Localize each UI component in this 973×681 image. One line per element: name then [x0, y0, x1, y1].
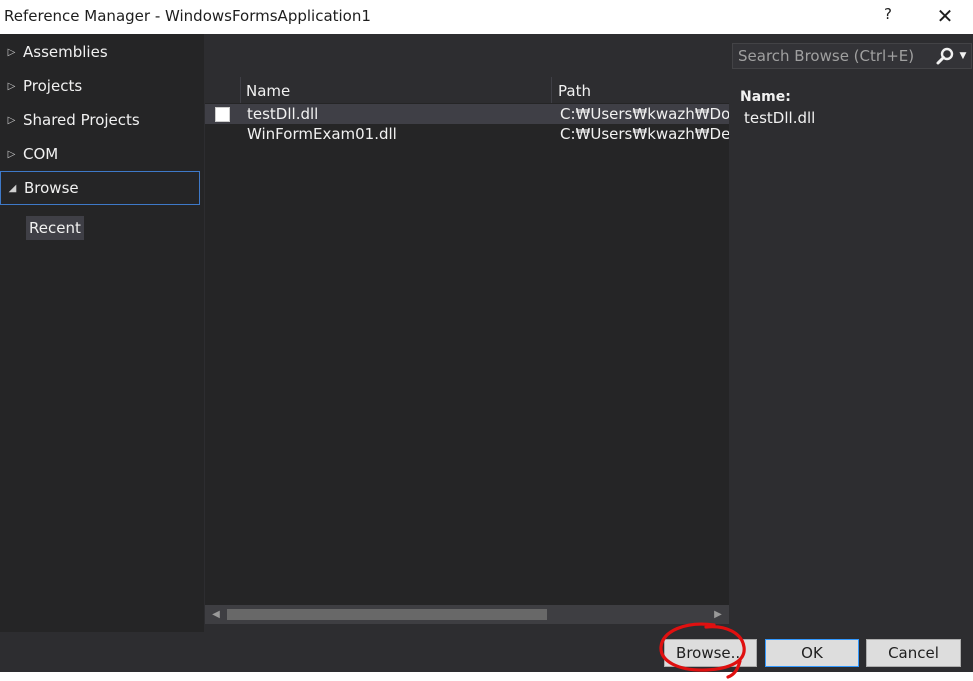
list-header: Name Path: [205, 77, 729, 103]
nav-item-label: Browse: [24, 179, 79, 197]
row-name: testDll.dll: [247, 105, 319, 123]
search-input[interactable]: [733, 44, 931, 68]
nav-item-shared-projects[interactable]: ▷ Shared Projects: [0, 103, 200, 137]
help-button[interactable]: ?: [878, 5, 898, 27]
column-header-path[interactable]: Path: [552, 77, 729, 103]
details-name-value: testDll.dll: [744, 109, 816, 127]
scroll-thumb[interactable]: [227, 609, 547, 620]
expand-arrow-icon: ▷: [7, 80, 16, 92]
row-path: C:₩Users₩kwazh₩Deskto: [560, 125, 729, 143]
reference-manager-dialog: ▷ Assemblies ▷ Projects ▷ Shared Project…: [0, 34, 973, 672]
nav-item-label: Shared Projects: [23, 111, 140, 129]
include-checkbox[interactable]: [215, 107, 230, 122]
list-row[interactable]: WinFormExam01.dll C:₩Users₩kwazh₩Deskto: [205, 124, 729, 144]
column-header-check: [205, 77, 241, 103]
collapse-arrow-icon: ◢: [8, 182, 17, 194]
scroll-right-icon[interactable]: ▶: [709, 605, 727, 624]
category-nav: ▷ Assemblies ▷ Projects ▷ Shared Project…: [0, 34, 204, 632]
column-header-name[interactable]: Name: [241, 77, 552, 103]
row-name: WinFormExam01.dll: [247, 125, 397, 143]
list-row[interactable]: testDll.dll C:₩Users₩kwazh₩Docum: [205, 104, 729, 124]
nav-item-assemblies[interactable]: ▷ Assemblies: [0, 35, 200, 69]
chevron-down-icon[interactable]: ▼: [956, 46, 970, 66]
nav-subitem-recent[interactable]: Recent: [26, 216, 84, 240]
expand-arrow-icon: ▷: [7, 114, 16, 126]
row-path: C:₩Users₩kwazh₩Docum: [560, 105, 729, 123]
window-title: Reference Manager - WindowsFormsApplicat…: [4, 7, 371, 25]
horizontal-scrollbar[interactable]: ◀ ▶: [205, 605, 729, 624]
scroll-left-icon[interactable]: ◀: [207, 605, 225, 624]
search-box: ▼: [732, 43, 972, 69]
expand-arrow-icon: ▷: [7, 46, 16, 58]
details-name-label: Name:: [740, 89, 791, 105]
ok-button[interactable]: OK: [765, 639, 859, 667]
nav-item-label: Projects: [23, 77, 83, 95]
cancel-button[interactable]: Cancel: [866, 639, 961, 667]
search-icon[interactable]: [935, 46, 955, 66]
button-bar: Browse... OK Cancel: [0, 632, 973, 672]
close-button[interactable]: ✕: [930, 3, 960, 29]
nav-item-label: COM: [23, 145, 59, 163]
nav-item-browse[interactable]: ◢ Browse: [0, 171, 200, 205]
details-panel: Name: testDll.dll: [732, 77, 973, 632]
browse-button[interactable]: Browse...: [664, 639, 757, 667]
title-bar: Reference Manager - WindowsFormsApplicat…: [0, 0, 973, 34]
expand-arrow-icon: ▷: [7, 148, 16, 160]
nav-item-com[interactable]: ▷ COM: [0, 137, 200, 171]
nav-item-label: Assemblies: [23, 43, 108, 61]
reference-list: Name Path testDll.dll C:₩Users₩kwazh₩Doc…: [205, 77, 729, 624]
nav-item-projects[interactable]: ▷ Projects: [0, 69, 200, 103]
